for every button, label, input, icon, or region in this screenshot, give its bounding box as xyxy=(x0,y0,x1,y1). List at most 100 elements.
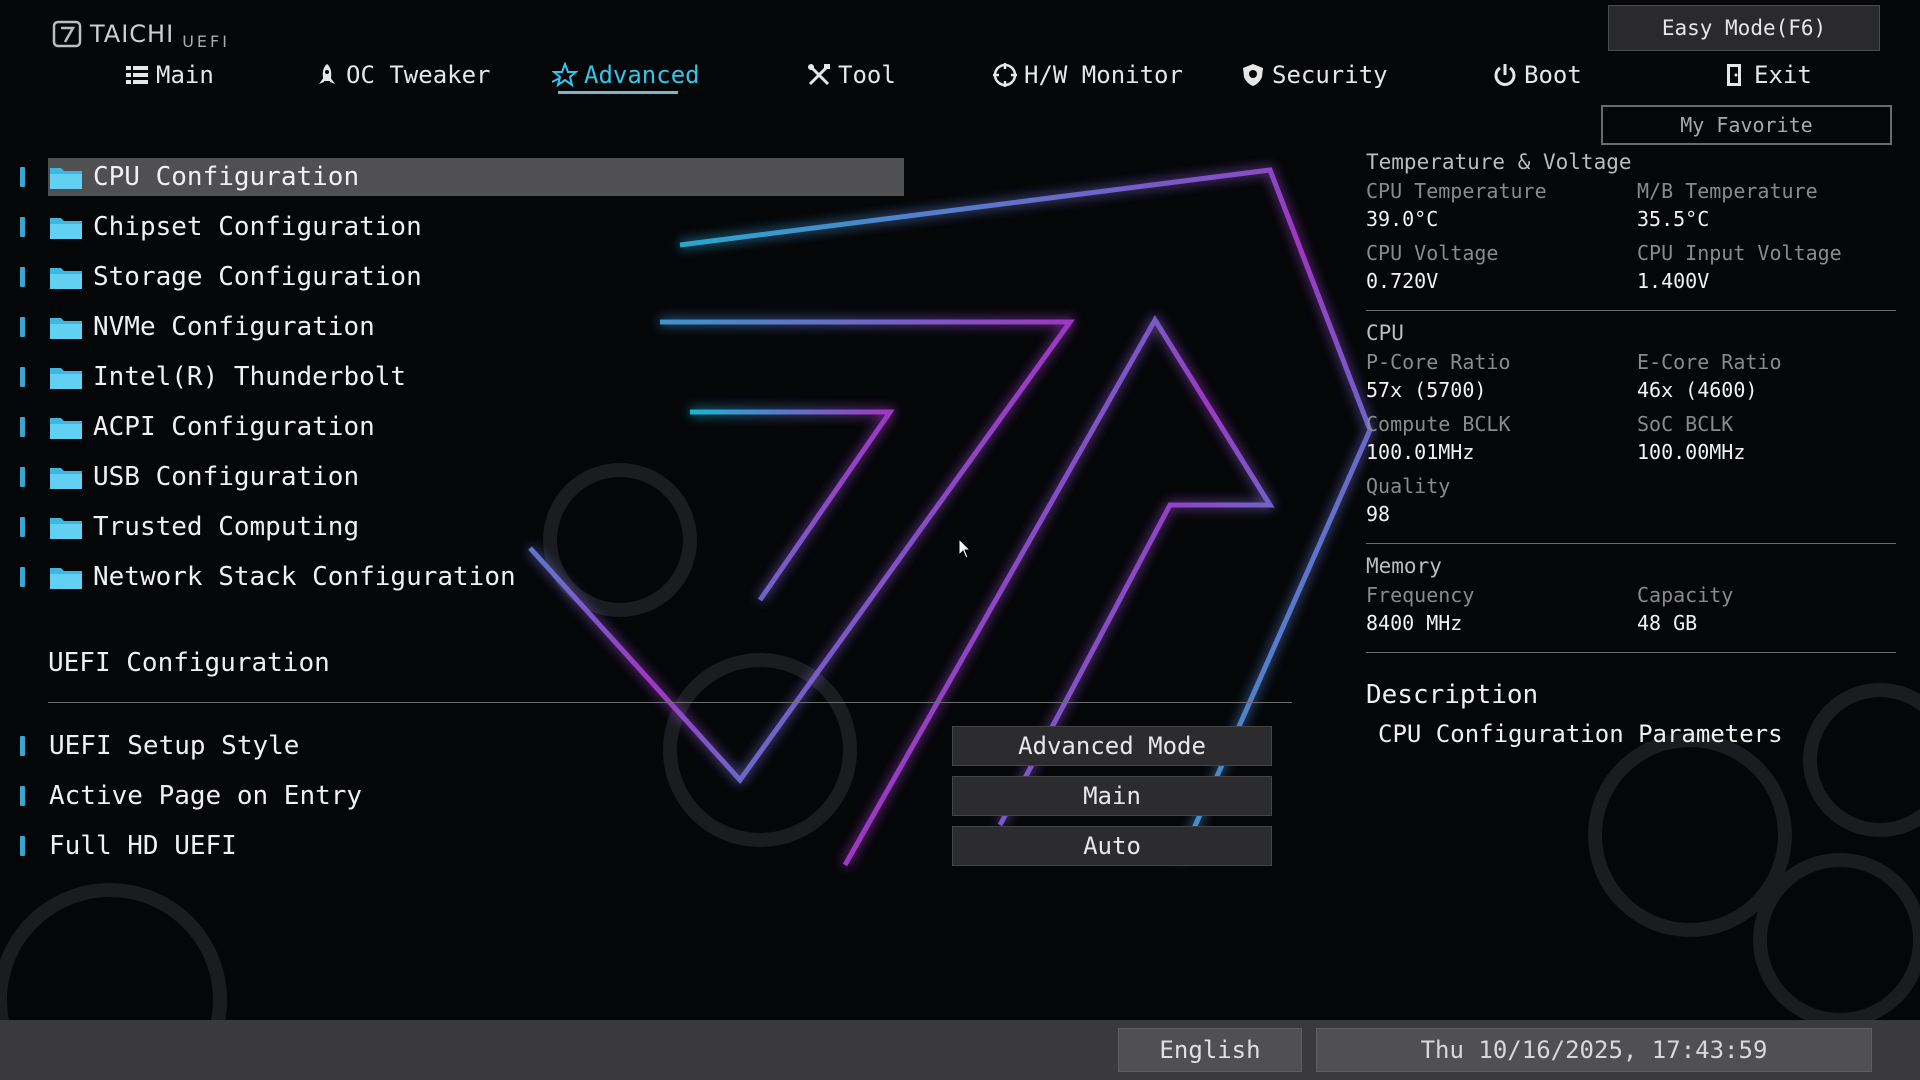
main-nav: Main OC Tweaker Advanced Tool H/W Monito… xyxy=(0,54,1812,100)
footer-bar: English Thu 10/16/2025, 17:43:59 xyxy=(0,1020,1920,1080)
memory-frequency-value: 8400 MHz xyxy=(1366,611,1463,635)
active-page-on-entry-value[interactable]: Main xyxy=(952,776,1272,816)
cpu-input-voltage: CPU Input Voltage 1.400V xyxy=(1637,240,1896,302)
tab-hw-monitor-label: H/W Monitor xyxy=(1024,61,1183,89)
pcore-ratio-value: 57x (5700) xyxy=(1366,378,1487,402)
ecore-ratio-label: E-Core Ratio xyxy=(1637,350,1782,374)
shield-icon xyxy=(1243,64,1263,86)
tab-advanced-label: Advanced xyxy=(584,61,700,89)
ecore-ratio-value: 46x (4600) xyxy=(1637,378,1758,402)
cpu-quality-label: Quality xyxy=(1366,474,1451,498)
memory-heading: Memory xyxy=(1366,554,1442,578)
menu-item-label: Chipset Configuration xyxy=(93,212,422,242)
tab-tool-label: Tool xyxy=(838,61,896,89)
tab-exit[interactable]: Exit xyxy=(1722,54,1812,96)
tab-boot[interactable]: Boot xyxy=(1492,54,1582,96)
datetime-display: Thu 10/16/2025, 17:43:59 xyxy=(1316,1028,1872,1072)
exit-door-icon xyxy=(1727,64,1741,86)
setting-label: Active Page on Entry xyxy=(49,781,363,811)
rocket-icon xyxy=(319,64,335,84)
menu-item-label: NVMe Configuration xyxy=(93,312,375,342)
power-icon xyxy=(1494,64,1516,86)
folder-icon xyxy=(50,468,82,489)
ecore-ratio: E-Core Ratio 46x (4600) xyxy=(1637,349,1896,411)
taichi-logo-icon xyxy=(52,20,82,48)
hardware-info-panel: Temperature & Voltage CPU Temperature 39… xyxy=(1366,150,1896,663)
bullet-bar xyxy=(20,417,25,437)
mb-temperature-value: 35.5°C xyxy=(1637,207,1710,231)
folder-icon xyxy=(50,218,82,239)
tab-main[interactable]: Main xyxy=(124,54,214,96)
menu-item-label: Network Stack Configuration xyxy=(93,562,516,592)
menu-item-acpi-configuration[interactable]: ACPI Configuration xyxy=(20,407,375,447)
pcore-ratio-label: P-Core Ratio xyxy=(1366,350,1511,374)
list-icon xyxy=(126,66,148,84)
menu-item-usb-configuration[interactable]: USB Configuration xyxy=(20,457,359,497)
tab-oc-tweaker[interactable]: OC Tweaker xyxy=(314,54,491,96)
uefi-setup-style-value[interactable]: Advanced Mode xyxy=(952,726,1272,766)
logo-brand: TAICHI xyxy=(90,20,175,48)
panel-divider xyxy=(1366,310,1896,311)
cpu-input-voltage-value: 1.400V xyxy=(1637,269,1710,293)
cpu-temperature-value: 39.0°C xyxy=(1366,207,1439,231)
bullet-bar xyxy=(20,317,25,337)
cpu-input-voltage-label: CPU Input Voltage xyxy=(1637,241,1842,265)
star-icon xyxy=(552,62,578,88)
temp-voltage-heading: Temperature & Voltage xyxy=(1366,150,1632,174)
tools-icon xyxy=(808,64,830,86)
memory-capacity-label: Capacity xyxy=(1637,583,1734,607)
tab-tool[interactable]: Tool xyxy=(806,54,896,96)
setting-uefi-setup-style[interactable]: UEFI Setup Style xyxy=(20,726,299,766)
menu-item-label: CPU Configuration xyxy=(93,162,360,192)
memory-frequency: Frequency 8400 MHz xyxy=(1366,582,1637,644)
setting-active-page-on-entry[interactable]: Active Page on Entry xyxy=(20,776,362,816)
pcore-ratio: P-Core Ratio 57x (5700) xyxy=(1366,349,1637,411)
folder-icon xyxy=(50,268,82,289)
cpu-heading: CPU xyxy=(1366,321,1404,345)
compute-bclk: Compute BCLK 100.01MHz xyxy=(1366,411,1637,473)
easy-mode-button[interactable]: Easy Mode(F6) xyxy=(1608,5,1880,51)
language-button[interactable]: English xyxy=(1118,1028,1302,1072)
bullet-bar xyxy=(20,217,25,237)
menu-item-storage-configuration[interactable]: Storage Configuration xyxy=(20,257,422,297)
tab-advanced[interactable]: Advanced xyxy=(552,54,700,96)
menu-item-network-stack-configuration[interactable]: Network Stack Configuration xyxy=(20,557,516,597)
folder-icon xyxy=(50,368,82,389)
tab-main-label: Main xyxy=(156,61,214,89)
full-hd-uefi-value[interactable]: Auto xyxy=(952,826,1272,866)
menu-item-intel-thunderbolt[interactable]: Intel(R) Thunderbolt xyxy=(20,357,406,397)
my-favorite-button[interactable]: My Favorite xyxy=(1601,105,1892,145)
bullet-bar xyxy=(20,167,25,187)
soc-bclk: SoC BCLK 100.00MHz xyxy=(1637,411,1896,473)
tab-security[interactable]: Security xyxy=(1240,54,1388,96)
memory-capacity: Capacity 48 GB xyxy=(1637,582,1896,644)
setting-label: UEFI Setup Style xyxy=(49,731,300,761)
setting-full-hd-uefi[interactable]: Full HD UEFI xyxy=(20,826,237,866)
mouse-cursor-icon xyxy=(958,538,972,559)
menu-item-trusted-computing[interactable]: Trusted Computing xyxy=(20,507,359,547)
bullet-bar xyxy=(20,467,25,487)
tab-security-label: Security xyxy=(1272,61,1388,89)
compute-bclk-label: Compute BCLK xyxy=(1366,412,1511,436)
uefi-configuration-title: UEFI Configuration xyxy=(48,648,330,678)
menu-item-cpu-configuration[interactable]: CPU Configuration xyxy=(20,157,359,197)
menu-item-label: USB Configuration xyxy=(93,462,360,492)
cpu-voltage: CPU Voltage 0.720V xyxy=(1366,240,1637,302)
description-text: CPU Configuration Parameters xyxy=(1378,720,1783,748)
menu-item-chipset-configuration[interactable]: Chipset Configuration xyxy=(20,207,422,247)
folder-icon xyxy=(50,418,82,439)
tab-hw-monitor[interactable]: H/W Monitor xyxy=(992,54,1183,96)
tab-exit-label: Exit xyxy=(1754,61,1812,89)
folder-icon xyxy=(50,518,82,539)
logo-suffix: UEFI xyxy=(182,31,230,51)
cpu-temperature-label: CPU Temperature xyxy=(1366,179,1547,203)
monitor-icon xyxy=(993,63,1017,87)
mb-temperature-label: M/B Temperature xyxy=(1637,179,1818,203)
mb-temperature: M/B Temperature 35.5°C xyxy=(1637,178,1896,240)
bullet-bar xyxy=(20,517,25,537)
menu-item-nvme-configuration[interactable]: NVMe Configuration xyxy=(20,307,375,347)
description-title: Description xyxy=(1366,680,1539,710)
setting-label: Full HD UEFI xyxy=(49,831,237,861)
folder-icon xyxy=(50,568,82,589)
folder-icon xyxy=(50,318,82,339)
